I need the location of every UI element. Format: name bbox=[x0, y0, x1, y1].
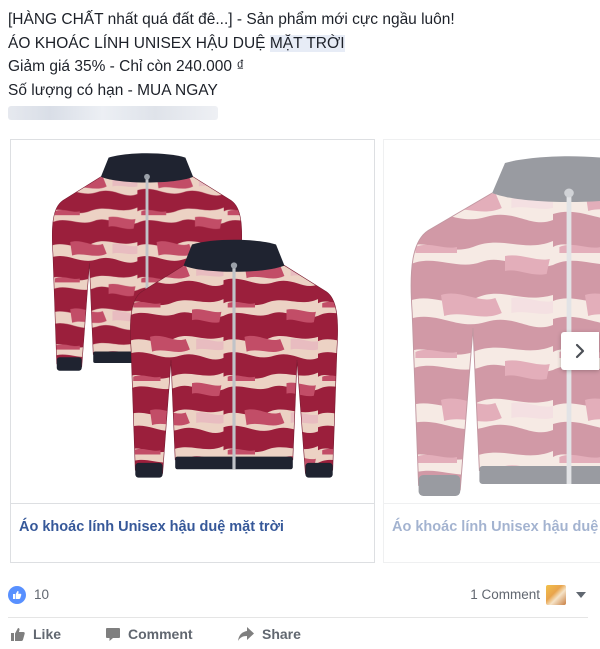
post-line-2-text: ÁO KHOÁC LÍNH UNISEX HẬU DUỆ bbox=[8, 34, 266, 52]
product-image[interactable] bbox=[384, 140, 600, 503]
product-carousel: Áo khoác lính Unisex hậu duệ mặt trời Áo… bbox=[0, 139, 600, 565]
like-button[interactable]: Like bbox=[10, 626, 61, 642]
comment-button[interactable]: Comment bbox=[105, 626, 193, 642]
carousel-next-button[interactable] bbox=[561, 332, 599, 370]
comment-count[interactable]: 1 Comment bbox=[470, 587, 540, 602]
thumbs-up-icon bbox=[11, 628, 25, 641]
product-image[interactable] bbox=[11, 140, 374, 503]
card-caption[interactable]: Áo khoác lính Unisex hậu duệ mặt trời bbox=[11, 503, 374, 564]
chevron-down-icon[interactable] bbox=[576, 592, 586, 598]
post-line-1: [HÀNG CHẤT nhất quá đất đê...] - Sản phẩ… bbox=[8, 11, 455, 28]
share-button[interactable]: Share bbox=[237, 626, 301, 642]
comment-icon bbox=[106, 628, 120, 641]
divider bbox=[8, 617, 588, 618]
post-stats: 10 1 Comment bbox=[8, 582, 588, 608]
blurred-link bbox=[8, 106, 218, 120]
share-label: Share bbox=[262, 626, 301, 642]
avatar[interactable] bbox=[546, 585, 566, 605]
share-arrow-icon bbox=[238, 627, 254, 641]
post-text: [HÀNG CHẤT nhất quá đất đê...] - Sản phẩ… bbox=[8, 8, 593, 102]
card-caption[interactable]: Áo khoác lính Unisex hậu duệ mặt trời bbox=[384, 503, 600, 564]
comment-label: Comment bbox=[128, 626, 193, 642]
like-reaction-icon bbox=[8, 586, 26, 604]
action-bar: Like Comment Share bbox=[8, 624, 588, 648]
like-label: Like bbox=[33, 626, 62, 642]
post-line-2: ÁO KHOÁC LÍNH UNISEX HẬU DUỆ MẶT TRỜI bbox=[8, 32, 593, 56]
like-count[interactable]: 10 bbox=[34, 587, 49, 602]
carousel-card[interactable]: Áo khoác lính Unisex hậu duệ mặt trời bbox=[10, 139, 375, 563]
post-line-4: Số lượng có hạn - MUA NGAY bbox=[8, 81, 218, 99]
post-line-3: Giảm giá 35% - Chỉ còn 240.000 ₫ bbox=[8, 58, 245, 75]
post-hashtag-highlight[interactable]: MẶT TRỜI bbox=[269, 34, 345, 52]
chevron-right-icon bbox=[575, 343, 585, 359]
